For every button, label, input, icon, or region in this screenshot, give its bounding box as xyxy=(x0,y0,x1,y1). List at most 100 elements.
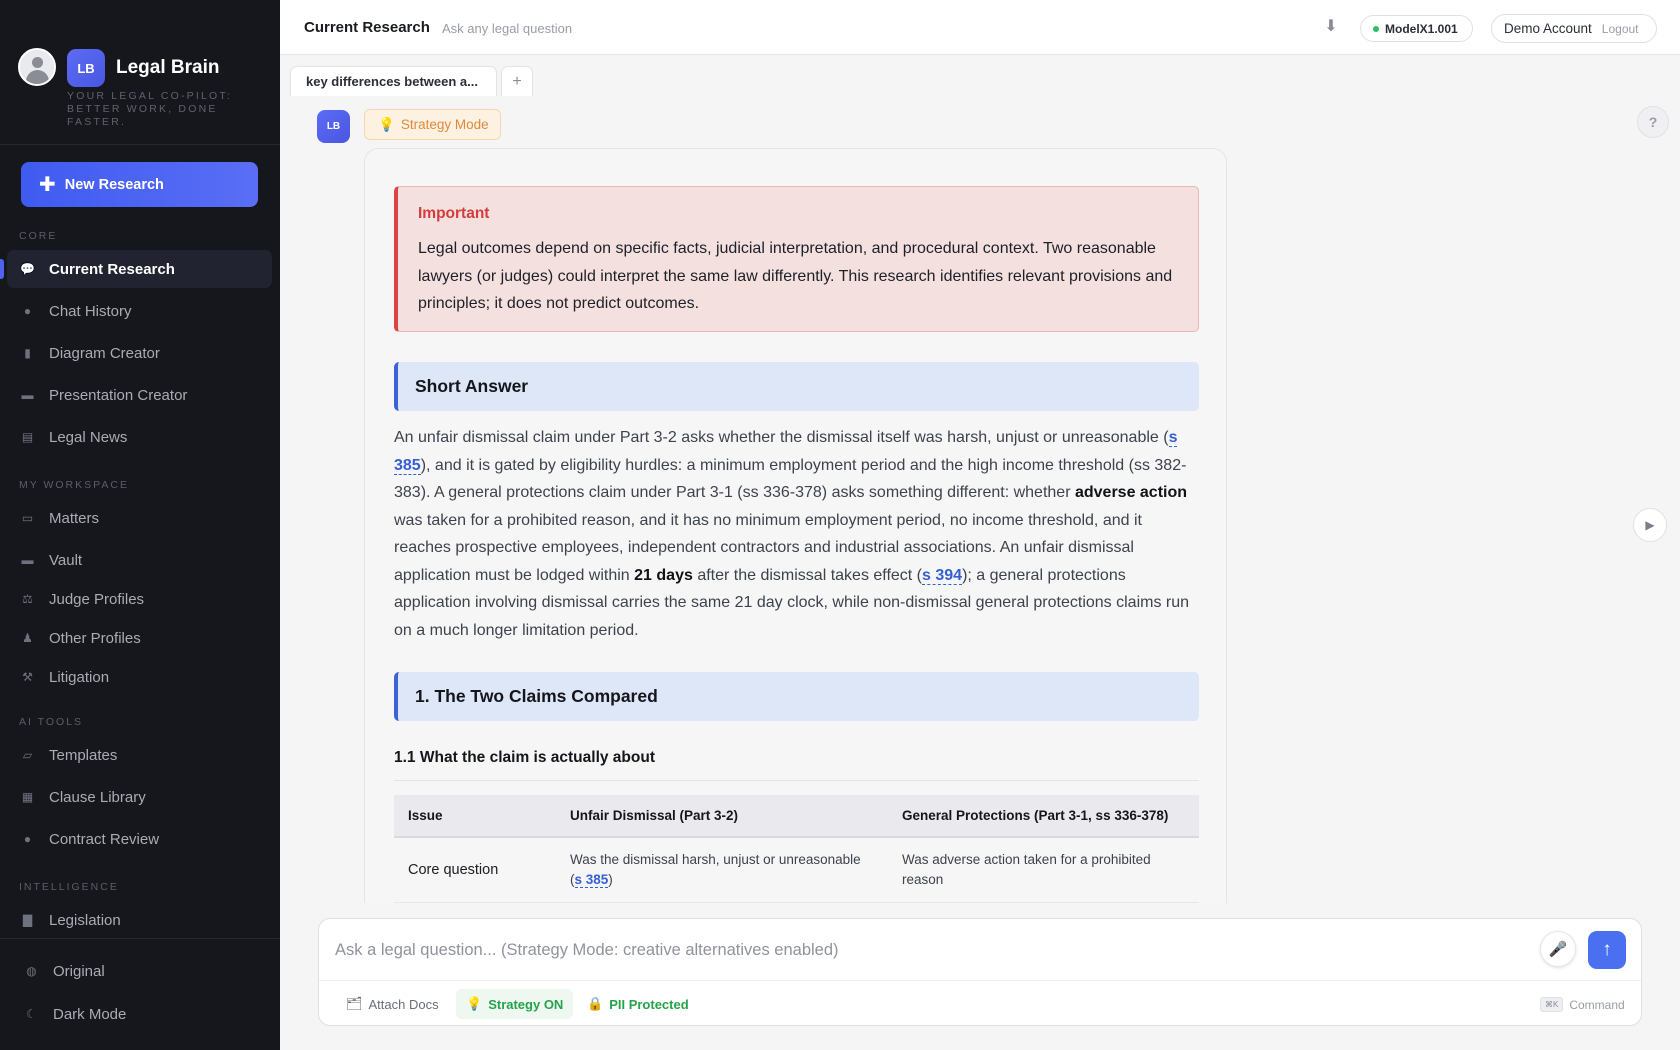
model-name: ModelX1.001 xyxy=(1385,21,1458,36)
column-header: General Protections (Part 3-1, ss 336-37… xyxy=(888,795,1199,838)
model-selector[interactable]: ModelX1.001 xyxy=(1360,15,1473,42)
lightbulb-icon: 💡 xyxy=(378,116,395,132)
vault-icon: ▬ xyxy=(21,553,34,567)
research-tab[interactable]: key differences between a... xyxy=(290,66,497,96)
brand-tagline: Your legal co-pilot: better work, done f… xyxy=(67,90,232,128)
page-subtitle: Ask any legal question xyxy=(442,21,573,36)
command-hint[interactable]: ⌘K Command xyxy=(1540,997,1625,1012)
sidebar-item-vault[interactable]: ▬ Vault xyxy=(7,541,272,579)
account-menu: Demo Account Logout xyxy=(1491,14,1657,43)
table-header-row: Issue Unfair Dismissal (Part 3-2) Genera… xyxy=(394,795,1199,838)
strategy-toggle[interactable]: 💡 Strategy ON xyxy=(456,989,574,1019)
section-label-ai-tools: AI Tools xyxy=(19,716,84,728)
sidebar-item-judge-profiles[interactable]: ⚖ Judge Profiles xyxy=(7,580,272,618)
status-dot-icon xyxy=(1373,25,1379,32)
palette-icon: ◍ xyxy=(26,964,37,978)
sidebar-item-contract-review[interactable]: ● Contract Review xyxy=(7,820,272,858)
sidebar-item-label: Presentation Creator xyxy=(49,386,188,404)
table-cell: Was the dismissal harsh, unjust or unrea… xyxy=(556,837,888,903)
section-1-heading: 1. The Two Claims Compared xyxy=(394,672,1199,721)
sidebar-item-label: Litigation xyxy=(49,668,110,686)
brand-logo: LB xyxy=(67,49,105,87)
account-name[interactable]: Demo Account xyxy=(1504,21,1592,36)
sidebar-item-litigation[interactable]: ⚒ Litigation xyxy=(7,658,272,696)
assistant-avatar: LB xyxy=(317,110,350,143)
attach-docs-button[interactable]: 🗂 Attach Docs xyxy=(336,989,449,1019)
strategy-mode-badge: 💡 Strategy Mode xyxy=(364,109,501,140)
question-composer: 🎤 ↑ 🗂 Attach Docs 💡 Strategy ON 🔒 PII Pr… xyxy=(318,918,1642,1026)
sidebar-item-chat-history[interactable]: ● Chat History xyxy=(7,292,272,330)
sidebar-item-other-profiles[interactable]: ♟ Other Profiles xyxy=(7,619,272,657)
new-research-button[interactable]: ✚ New Research xyxy=(21,162,258,207)
pii-protection-toggle[interactable]: 🔒 PII Protected xyxy=(577,989,699,1019)
original-label: Original xyxy=(53,962,105,980)
template-icon: ▱ xyxy=(22,748,33,762)
command-label: Command xyxy=(1569,997,1625,1012)
person-icon: ♟ xyxy=(22,631,33,645)
sidebar-item-label: Contract Review xyxy=(49,830,160,848)
lightbulb-icon: 💡 xyxy=(466,996,483,1011)
plus-icon: ✚ xyxy=(39,173,56,196)
sidebar-divider xyxy=(0,938,280,939)
book-icon: ▦ xyxy=(21,790,34,804)
brand: LB Legal Brain Your legal co-pilot: bett… xyxy=(18,48,268,138)
scales-icon: ⚖ xyxy=(22,592,33,606)
chat-bubble-icon: 💬 xyxy=(20,262,35,276)
search-icon: ● xyxy=(23,832,32,846)
section-label-workspace: My Workspace xyxy=(19,479,129,491)
folder-icon: 🗂 xyxy=(346,996,363,1011)
citation-link[interactable]: s 394 xyxy=(922,566,963,585)
building-icon: ▇ xyxy=(22,913,33,927)
sidebar-item-templates[interactable]: ▱ Templates xyxy=(7,736,272,774)
dark-mode-toggle[interactable]: ☾ Dark Mode xyxy=(10,995,270,1033)
important-body: Legal outcomes depend on specific facts,… xyxy=(418,240,1173,312)
download-icon[interactable]: ⬇ xyxy=(1321,16,1341,38)
comparison-table: Issue Unfair Dismissal (Part 3-2) Genera… xyxy=(394,795,1199,903)
subsection-heading: 1.1 What the claim is actually about xyxy=(394,749,655,766)
sidebar-item-label: Judge Profiles xyxy=(49,590,145,608)
sidebar-item-current-research[interactable]: 💬 Current Research xyxy=(0,250,272,288)
short-answer-paragraph: An unfair dismissal claim under Part 3-2… xyxy=(394,429,1190,639)
send-button[interactable]: ↑ xyxy=(1588,931,1626,969)
sidebar-item-label: Other Profiles xyxy=(49,629,141,647)
question-input[interactable] xyxy=(335,935,1535,965)
dark-mode-label: Dark Mode xyxy=(53,1005,127,1023)
sidebar-item-label: Diagram Creator xyxy=(49,344,160,362)
chart-icon: ▮ xyxy=(24,346,31,360)
command-key: ⌘K xyxy=(1540,997,1564,1012)
sidebar-divider xyxy=(0,144,280,145)
sidebar-item-matters[interactable]: ▭ Matters xyxy=(7,499,272,537)
lock-icon: 🔒 xyxy=(587,996,604,1011)
section-label-intelligence: Intelligence xyxy=(19,881,119,893)
help-button[interactable]: ? xyxy=(1637,106,1669,138)
sidebar-item-legislation[interactable]: ▇ Legislation xyxy=(7,901,272,939)
sidebar-item-label: Legislation xyxy=(49,911,121,929)
sidebar-item-clause-library[interactable]: ▦ Clause Library xyxy=(7,778,272,816)
strategy-mode-label: Strategy Mode xyxy=(400,117,489,132)
sidebar-item-legal-news[interactable]: ▤ Legal News xyxy=(7,418,272,456)
table-cell: Was adverse action taken for a prohibite… xyxy=(888,837,1199,903)
user-avatar[interactable] xyxy=(18,48,56,86)
strategy-toggle-label: Strategy ON xyxy=(488,996,564,1012)
citation-link[interactable]: s 385 xyxy=(574,872,609,888)
history-icon: ● xyxy=(23,304,32,318)
sidebar-item-diagram-creator[interactable]: ▮ Diagram Creator xyxy=(7,334,272,372)
column-header: Issue xyxy=(394,795,556,838)
briefcase-icon: ▭ xyxy=(21,511,34,525)
moon-icon: ☾ xyxy=(26,1007,37,1021)
subsection-divider xyxy=(394,780,1199,781)
add-tab-button[interactable]: + xyxy=(501,66,533,96)
sidebar-item-label: Vault xyxy=(49,551,83,569)
new-research-label: New Research xyxy=(64,176,164,193)
presentation-icon: ▬ xyxy=(21,388,34,402)
microphone-icon[interactable]: 🎤 xyxy=(1540,931,1576,967)
page-title: Current Research xyxy=(304,19,430,36)
sidebar-item-label: Current Research xyxy=(49,260,175,278)
sidebar-item-presentation-creator[interactable]: ▬ Presentation Creator xyxy=(7,376,272,414)
expand-panel-button[interactable]: ▶ xyxy=(1633,508,1667,542)
logout-link[interactable]: Logout xyxy=(1602,22,1639,36)
attach-docs-label: Attach Docs xyxy=(368,996,439,1012)
sidebar-item-label: Legal News xyxy=(49,428,128,446)
original-theme-button[interactable]: ◍ Original xyxy=(10,952,270,990)
sidebar-item-label: Clause Library xyxy=(49,788,146,806)
